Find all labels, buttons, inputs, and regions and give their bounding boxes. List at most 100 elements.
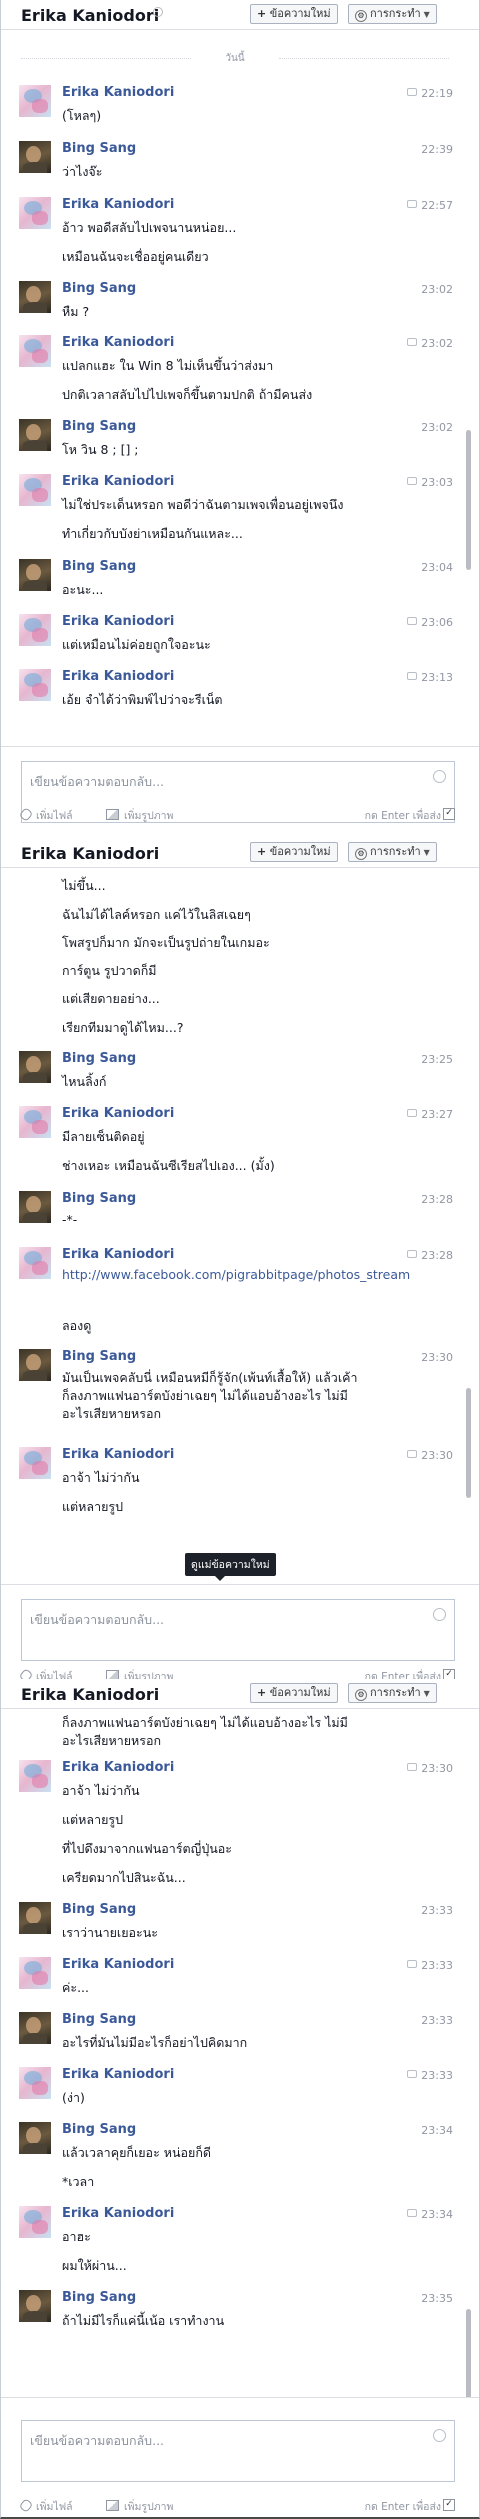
sender-name[interactable]: Erika Kaniodori [62,2206,174,2221]
sender-name[interactable]: Bing Sang [62,141,136,156]
avatar[interactable] [19,1247,51,1279]
message-text: หืม ? [62,304,90,319]
emoji-icon[interactable] [433,770,446,783]
avatar[interactable] [19,2067,51,2099]
press-enter-checkbox[interactable]: ✓ [443,2499,455,2511]
sender-name[interactable]: Bing Sang [62,2290,136,2305]
chevron-down-icon: ▼ [423,10,430,19]
sender-name[interactable]: Bing Sang [62,559,136,574]
avatar[interactable] [19,1447,51,1479]
composer: เขียนข้อความตอบกลับ... เพิ่มไฟล์ เพิ่มรู… [1,746,479,838]
scrollbar[interactable] [466,430,471,570]
sender-name[interactable]: Erika Kaniodori [62,1106,174,1121]
sender-name[interactable]: Bing Sang [62,2012,136,2027]
avatar[interactable] [19,614,51,646]
message-text: ค่ะ... [62,1980,89,1995]
avatar[interactable] [19,1957,51,1989]
new-message-button[interactable]: + ข้อความใหม่ [250,4,338,24]
sender-name[interactable]: Bing Sang [62,1191,136,1206]
avatar[interactable] [19,419,51,451]
add-photo-button[interactable]: เพิ่มรูปภาพ [106,807,173,824]
message-link[interactable]: http://www.facebook.com/pigrabbitpage/ph… [62,1265,432,1284]
message-text: เครียดมากไปสินะฉัน... [62,1870,186,1885]
sender-name[interactable]: Bing Sang [62,419,136,434]
avatar[interactable] [19,1349,51,1381]
avatar[interactable] [19,1902,51,1934]
scrollbar[interactable] [466,1388,471,1498]
timestamp: 22:39 [421,143,453,156]
avatar[interactable] [19,197,51,229]
timestamp: 23:33 [421,1904,453,1917]
reply-input[interactable]: เขียนข้อความตอบกลับ... [21,2420,455,2482]
message-list[interactable]: ไม่ขึ้น... ฉันไม่ได้ไลค์หรอก แค่ไว้ในลิส… [1,868,479,1584]
sender-name[interactable]: Bing Sang [62,1051,136,1066]
new-messages-tooltip[interactable]: ดูแม่ข้อความใหม่ [185,1553,276,1581]
avatar[interactable] [19,474,51,506]
message-list[interactable]: ก็ลงภาพแฟนอาร์ตบังย่าเฉยๆ ไม่ได้แอบอ้างอ… [1,1709,479,2425]
avatar[interactable] [19,281,51,313]
avatar[interactable] [19,1760,51,1792]
sender-name[interactable]: Erika Kaniodori [62,1447,174,1462]
message-text: แต่เสียดายอย่าง... [62,991,160,1006]
gear-icon: ⚙ [355,1689,367,1701]
actions-button[interactable]: ⚙ การกระทำ ▼ [348,4,437,24]
timestamp: 23:02 [421,421,453,434]
avatar[interactable] [19,2012,51,2044]
sender-name[interactable]: Bing Sang [62,281,136,296]
avatar[interactable] [19,2206,51,2238]
sender-name[interactable]: Erika Kaniodori [62,85,174,100]
plus-icon: + [257,7,267,20]
chat-title[interactable]: Erika Kaniodori [21,844,159,863]
avatar[interactable] [19,2290,51,2322]
new-message-button[interactable]: + ข้อความใหม่ [250,1683,338,1703]
attach-file-button[interactable]: เพิ่มไฟล์ [18,2498,73,2515]
emoji-icon[interactable] [433,2429,446,2442]
sender-name[interactable]: Erika Kaniodori [62,614,174,629]
sender-name[interactable]: Bing Sang [62,1349,136,1364]
attach-file-button[interactable]: เพิ่มไฟล์ [18,807,73,824]
message-text: ไหนลิ้งก์ [62,1074,107,1089]
message-text: การ์ตูน รูปวาดก็มี [62,963,157,978]
sender-name[interactable]: Erika Kaniodori [62,1760,174,1775]
actions-button[interactable]: ⚙ การกระทำ ▼ [348,842,437,862]
message-text: แต่หลายรูป [62,1812,124,1827]
message-text: ทำเกี่ยวกับบังย่าเหมือนกันแหละ... [62,526,243,541]
timestamp: 23:35 [421,2292,453,2305]
status-icon [153,7,163,17]
sender-name[interactable]: Erika Kaniodori [62,669,174,684]
message-text: เรียกทีมมาดูได้ไหม...? [62,1020,184,1035]
avatar[interactable] [19,1051,51,1083]
reply-input[interactable]: เขียนข้อความตอบกลับ... [21,1599,455,1661]
chevron-down-icon: ▼ [423,848,430,857]
chat-panel-3: Erika Kaniodori + ข้อความใหม่ ⚙ การกระทำ ▼… [0,1679,480,2519]
avatar[interactable] [19,335,51,367]
avatar[interactable] [19,2122,51,2154]
press-enter-checkbox[interactable]: ✓ [443,808,455,820]
sender-name[interactable]: Erika Kaniodori [62,2067,174,2082]
sender-name[interactable]: Erika Kaniodori [62,1957,174,1972]
avatar[interactable] [19,559,51,591]
chat-title[interactable]: Erika Kaniodori [21,6,159,25]
actions-button[interactable]: ⚙ การกระทำ ▼ [348,1683,437,1703]
sender-name[interactable]: Erika Kaniodori [62,474,174,489]
avatar[interactable] [19,1106,51,1138]
message-list[interactable]: วันนี้ Erika Kaniodori 22:19 (โหลๆ) Bing… [1,30,479,746]
sender-name[interactable]: Bing Sang [62,1902,136,1917]
camera-icon [106,2500,119,2511]
sender-name[interactable]: Bing Sang [62,2122,136,2137]
message-text: อาจ้า ไม่ว่ากัน [62,1470,140,1485]
add-photo-button[interactable]: เพิ่มรูปภาพ [106,2498,173,2515]
avatar[interactable] [19,669,51,701]
new-message-button[interactable]: + ข้อความใหม่ [250,842,338,862]
avatar[interactable] [19,1191,51,1223]
sender-name[interactable]: Erika Kaniodori [62,335,174,350]
gear-icon: ⚙ [355,848,367,860]
avatar[interactable] [19,141,51,173]
composer: เขียนข้อความตอบกลับ... เพิ่มไฟล์ เพิ่มรู… [1,1584,479,1679]
chat-title[interactable]: Erika Kaniodori [21,1685,159,1704]
emoji-icon[interactable] [433,1608,446,1621]
avatar[interactable] [19,85,51,117]
sender-name[interactable]: Erika Kaniodori [62,197,174,212]
sender-name[interactable]: Erika Kaniodori [62,1247,174,1262]
message-text: ปกติเวลาสลับไปไปเพจก็ขึ้นตามปกติ ถ้ามีคน… [62,387,313,402]
